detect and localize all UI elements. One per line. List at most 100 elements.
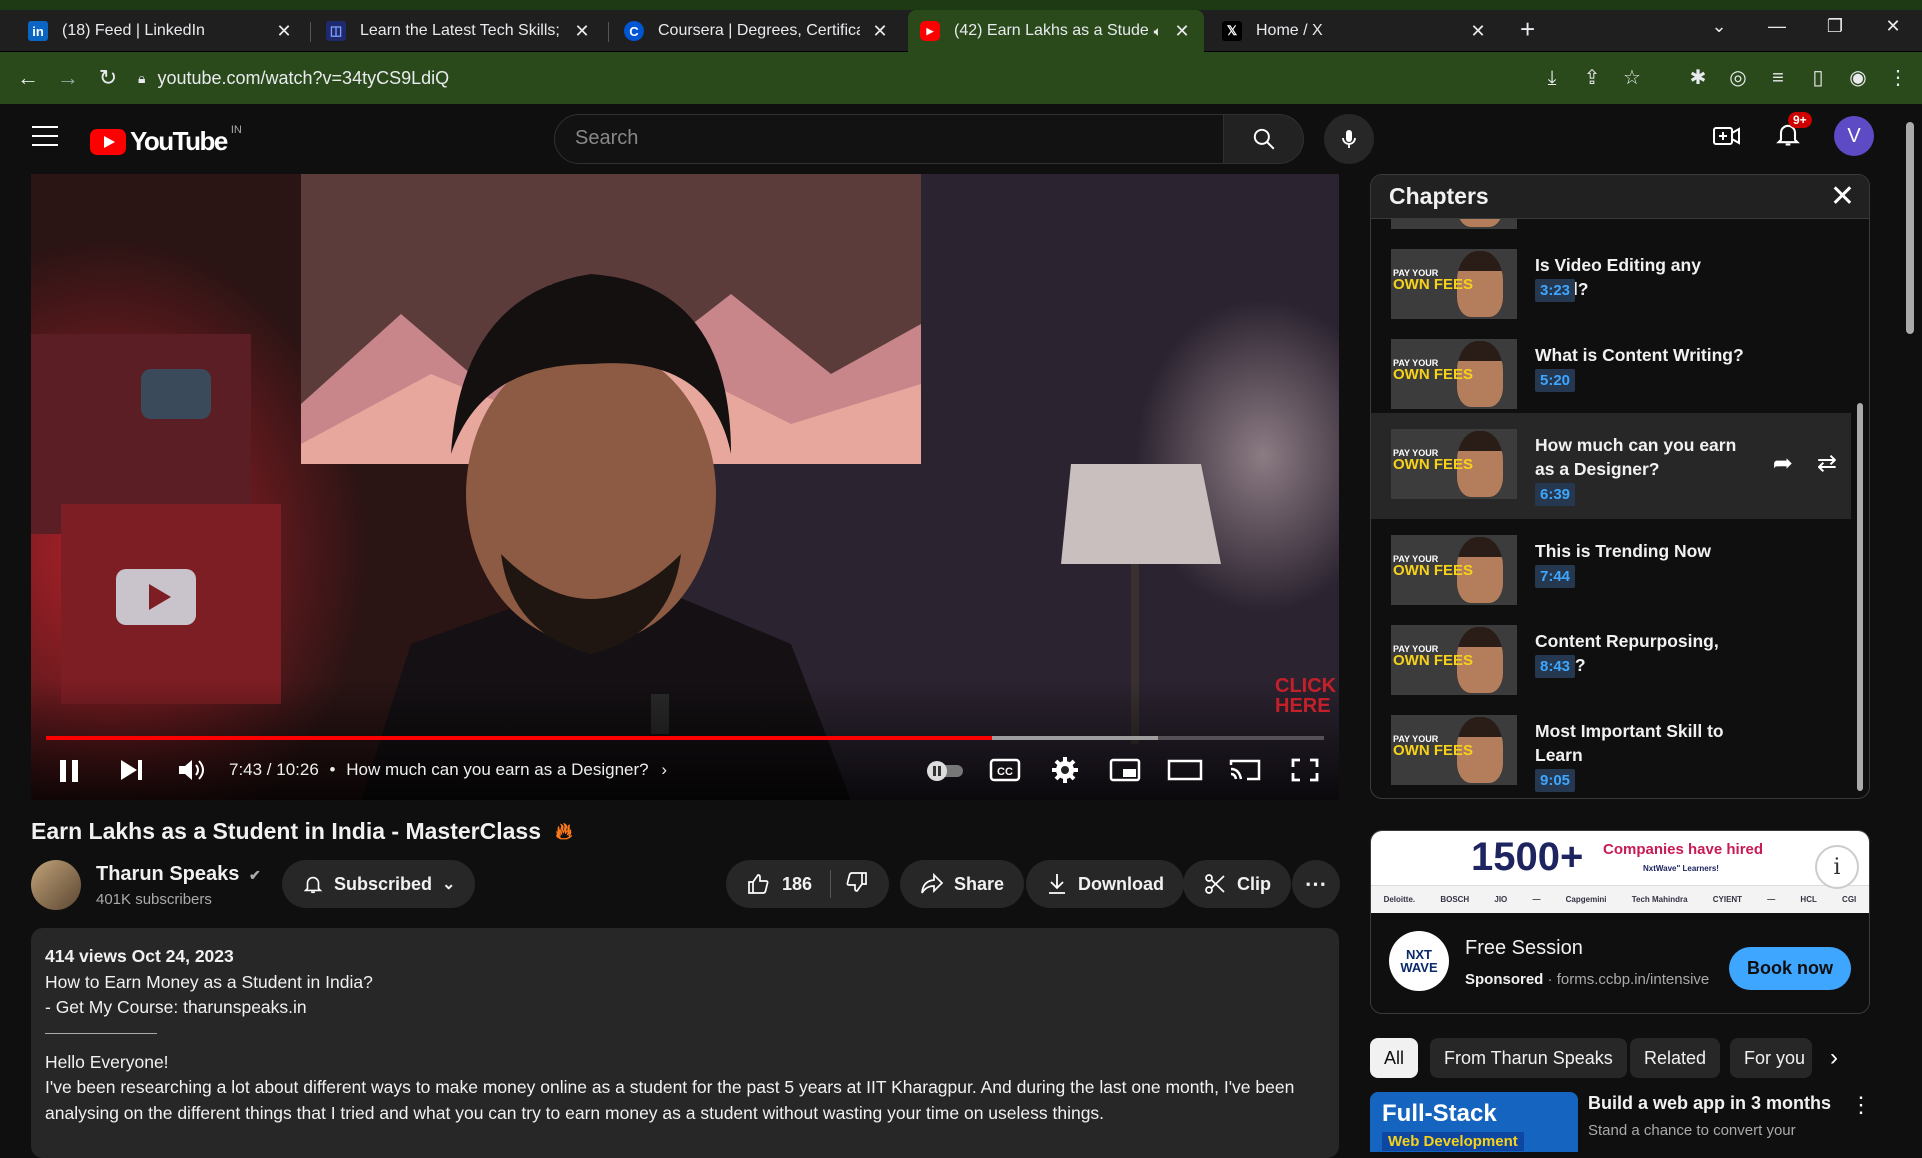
chapters-scrollbar[interactable] <box>1857 403 1863 791</box>
notifications-button[interactable]: 9+ <box>1774 111 1812 153</box>
browser-menu-icon[interactable]: ⋮ <box>1884 64 1912 92</box>
description-box[interactable]: 414 views Oct 24, 2023 How to Earn Money… <box>31 928 1339 1158</box>
video-player[interactable]: CLICK HERE 7:43 / 10:26 • How much can y… <box>31 174 1339 800</box>
chapter-item[interactable]: PAY YOUR OWN FEES Most Important Skill to … <box>1371 699 1851 792</box>
sponsored-ad[interactable]: 1500+ Companies have hired NxtWave" Lear… <box>1370 830 1870 1014</box>
chapter-item[interactable]: PAY YOUR OWN FEES This is Trending Now 7:44 <box>1371 519 1851 609</box>
thumbnail-caption: PAY YOUROWN FEES <box>1393 358 1474 383</box>
download-button[interactable]: Download <box>1026 860 1184 908</box>
tab-linkedin[interactable]: in (18) Feed | LinkedIn ✕ <box>16 10 306 52</box>
chip-related[interactable]: Related <box>1630 1038 1721 1078</box>
fullscreen-icon[interactable] <box>1285 757 1325 783</box>
chapter-timestamp: 5:20 <box>1535 369 1576 392</box>
progress-bar[interactable] <box>46 736 1324 740</box>
miniplayer-icon[interactable] <box>1105 757 1145 783</box>
chapter-item[interactable]: PAY YOUROWN FEESIs Video Editing any goo… <box>1371 233 1851 323</box>
repeat-icon[interactable]: ⇄ <box>1817 449 1837 478</box>
install-icon[interactable]: ⤓ <box>1538 64 1566 92</box>
cast-icon[interactable] <box>1225 757 1265 783</box>
description-line: - Get My Course: tharunspeaks.in <box>45 997 307 1017</box>
ad-companies-text: Companies have hired NxtWave" Learners! <box>1603 841 1763 875</box>
thumbnail-caption: PAY YOUROWN FEES <box>1393 268 1474 293</box>
bell-icon <box>303 876 323 894</box>
current-chapter-label[interactable]: How much can you earn as a Designer? <box>346 760 648 779</box>
back-icon[interactable]: ← <box>8 65 48 91</box>
extensions-icon[interactable]: ✱ <box>1684 64 1712 92</box>
more-vertical-icon[interactable]: ⋮ <box>1850 1092 1872 1118</box>
share-button[interactable]: Share <box>900 860 1025 908</box>
forward-icon[interactable]: → <box>48 65 88 91</box>
tab-search-icon[interactable]: ⌄ <box>1690 10 1748 42</box>
profile-icon[interactable]: ◉ <box>1844 64 1872 92</box>
chapter-item[interactable]: PAY YOUR OWN FEES How much can you earn as… <box>1371 413 1851 519</box>
close-window-button[interactable]: ✕ <box>1864 10 1922 42</box>
speaker-icon[interactable]: 🔈︎ <box>1154 23 1162 40</box>
subscribed-button[interactable]: Subscribed ⌄ <box>282 860 476 908</box>
share-page-icon[interactable]: ⇪ <box>1578 64 1606 92</box>
microphone-icon <box>1342 130 1356 148</box>
click-here-overlay[interactable]: CLICK HERE <box>1275 676 1336 716</box>
close-tab-icon[interactable]: ✕ <box>870 21 890 42</box>
linkedin-icon: in <box>28 21 48 41</box>
voice-search-button[interactable] <box>1324 114 1374 164</box>
reload-icon[interactable]: ↻ <box>88 65 128 91</box>
pluralsight-icon: ◫ <box>326 21 346 41</box>
maximize-button[interactable]: ❐ <box>1806 10 1864 42</box>
window-controls: ⌄ — ❐ ✕ <box>1690 10 1922 42</box>
chevron-right-icon[interactable]: › <box>661 760 667 779</box>
chips-next-icon[interactable]: › <box>1830 1044 1838 1072</box>
chip-for-you[interactable]: For you <box>1730 1038 1812 1078</box>
book-now-button[interactable]: Book now <box>1729 947 1851 990</box>
close-tab-icon[interactable]: ✕ <box>1172 21 1192 42</box>
tab-x[interactable]: 𝕏 Home / X ✕ <box>1210 10 1500 52</box>
autoplay-toggle-icon[interactable] <box>925 759 965 781</box>
create-video-icon[interactable] <box>1712 123 1742 149</box>
share-icon[interactable]: ➦ <box>1773 449 1793 478</box>
extension-icon[interactable]: ◎ <box>1724 64 1752 92</box>
menu-icon[interactable] <box>32 126 58 153</box>
bookmark-star-icon[interactable]: ☆ <box>1618 64 1646 92</box>
address-bar[interactable]: 🔒︎ youtube.com/watch?v=34tyCS9LdiQ <box>138 60 1538 96</box>
ad-banner[interactable]: 1500+ Companies have hired NxtWave" Lear… <box>1371 831 1869 913</box>
settings-gear-icon[interactable] <box>1045 756 1085 784</box>
chapter-item[interactable]: PAY YOUR OWN FEES What is Content Writing?… <box>1371 323 1851 413</box>
recommended-thumbnail[interactable]: Full-Stack Web Development <box>1370 1092 1578 1152</box>
close-chapters-icon[interactable]: ✕ <box>1830 179 1855 214</box>
lock-icon[interactable]: 🔒︎ <box>138 70 145 87</box>
search-icon <box>1253 128 1274 150</box>
like-button[interactable]: 186 <box>726 870 832 898</box>
clip-button[interactable]: Clip <box>1183 860 1291 908</box>
media-controls-icon[interactable]: ≡ <box>1764 64 1792 92</box>
channel-name[interactable]: Tharun Speaks ✔︎ <box>96 863 261 886</box>
info-icon[interactable]: i <box>1815 845 1859 889</box>
captions-icon[interactable]: CC <box>985 757 1025 783</box>
theater-mode-icon[interactable] <box>1165 757 1205 783</box>
side-panel-icon[interactable]: ▯ <box>1804 64 1832 92</box>
close-tab-icon[interactable]: ✕ <box>572 21 592 42</box>
company-logo: — <box>1532 895 1541 904</box>
tab-coursera[interactable]: C Coursera | Degrees, Certificates, ✕ <box>612 10 902 52</box>
dislike-button[interactable] <box>831 870 889 899</box>
close-tab-icon[interactable]: ✕ <box>1468 21 1488 42</box>
close-tab-icon[interactable]: ✕ <box>274 21 294 42</box>
account-avatar[interactable]: V <box>1834 116 1874 156</box>
search-input[interactable]: Search <box>554 114 1224 164</box>
more-actions-button[interactable]: ⋯ <box>1292 860 1340 908</box>
advertiser-logo[interactable]: NXT WAVE <box>1389 931 1449 991</box>
recommended-title[interactable]: Build a web app in 3 months <box>1588 1093 1831 1114</box>
youtube-logo[interactable]: YouTube IN <box>90 124 242 157</box>
chip-from-channel[interactable]: From Tharun Speaks <box>1430 1038 1627 1078</box>
pause-icon[interactable] <box>57 758 81 784</box>
tab-youtube[interactable]: ▶ (42) Earn Lakhs as a Student 🔈︎ ✕ <box>908 10 1204 52</box>
chip-all[interactable]: All <box>1370 1038 1419 1078</box>
channel-avatar[interactable] <box>31 860 81 910</box>
page-scrollbar[interactable] <box>1906 122 1914 334</box>
search-button[interactable] <box>1224 114 1304 164</box>
volume-icon[interactable] <box>177 758 205 782</box>
tab-title: (18) Feed | LinkedIn <box>62 22 205 39</box>
minimize-button[interactable]: — <box>1748 10 1806 42</box>
new-tab-button[interactable]: + <box>1520 14 1535 45</box>
next-video-icon[interactable] <box>119 758 145 782</box>
tab-pluralsight[interactable]: ◫ Learn the Latest Tech Skills; Adv ✕ <box>314 10 604 52</box>
chapter-item[interactable]: PAY YOUROWN FEESContent Repurposing, wha… <box>1371 609 1851 699</box>
